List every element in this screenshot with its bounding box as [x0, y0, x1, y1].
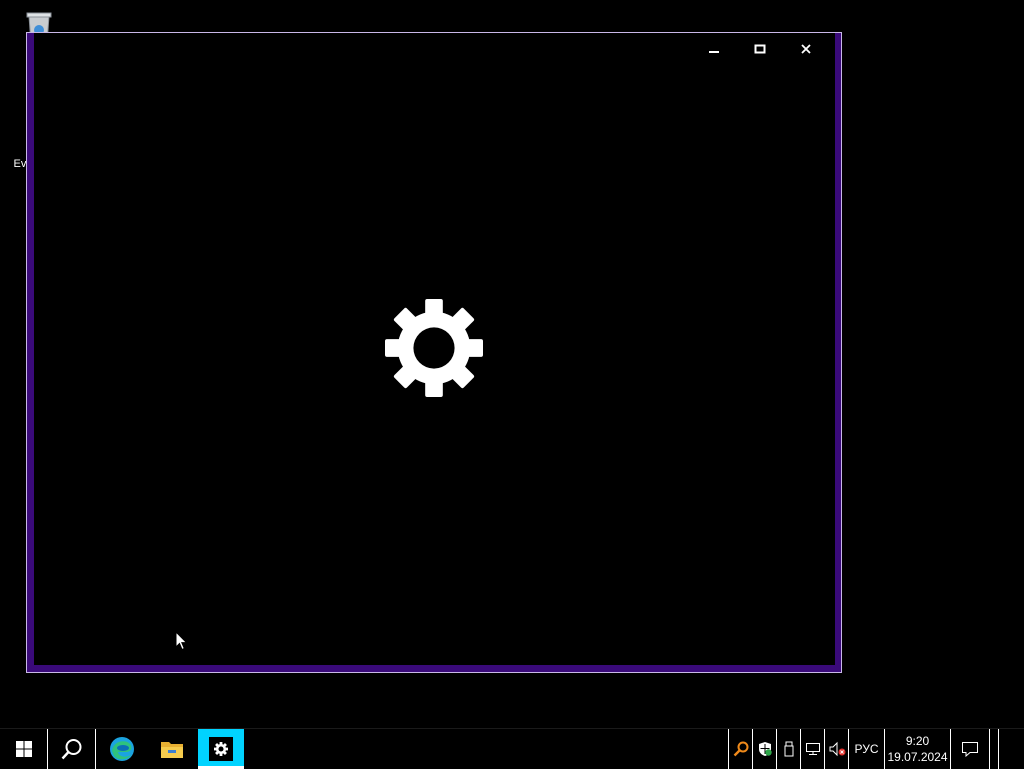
- minimize-icon: [709, 51, 719, 53]
- tray-network[interactable]: [800, 729, 824, 769]
- close-icon: [801, 44, 811, 54]
- tray-defender[interactable]: [752, 729, 776, 769]
- windows-logo-icon: [16, 741, 32, 757]
- language-label: РУС: [854, 742, 879, 756]
- taskbar-divider: [95, 729, 96, 769]
- taskbar-settings-button[interactable]: [198, 729, 244, 769]
- desktop: Ко Eve F G C: [0, 0, 1024, 728]
- search-icon: [61, 739, 82, 760]
- maximize-icon: [754, 44, 766, 54]
- settings-app-tile: [209, 737, 233, 761]
- action-center-icon: [962, 742, 978, 757]
- taskbar-file-explorer-button[interactable]: [148, 729, 196, 769]
- tray-volume[interactable]: [824, 729, 848, 769]
- tray-usb-device[interactable]: [776, 729, 800, 769]
- edge-icon: [110, 737, 134, 761]
- gear-icon: [214, 742, 228, 756]
- search-tool-icon: [733, 741, 748, 757]
- usb-device-icon: [784, 741, 793, 757]
- taskbar: РУС 9:20 19.07.2024: [0, 728, 1024, 769]
- start-button[interactable]: [0, 729, 48, 769]
- gear-icon: [385, 299, 483, 397]
- taskbar-edge-button[interactable]: [98, 729, 146, 769]
- folder-icon: [161, 742, 183, 758]
- maximize-button[interactable]: [737, 33, 783, 65]
- network-icon: [805, 743, 820, 755]
- clock-time: 9:20: [905, 734, 930, 748]
- caption-buttons: [691, 33, 829, 65]
- volume-muted-icon: [829, 741, 845, 757]
- minimize-button[interactable]: [691, 33, 737, 65]
- mouse-cursor-icon: [175, 630, 189, 651]
- clock-date: 19.07.2024: [887, 750, 948, 764]
- close-button[interactable]: [783, 33, 829, 65]
- search-button[interactable]: [48, 729, 96, 769]
- action-center-button[interactable]: [950, 729, 990, 769]
- clock[interactable]: 9:20 19.07.2024: [884, 729, 950, 769]
- language-indicator[interactable]: РУС: [848, 729, 884, 769]
- tray-search-tool[interactable]: [728, 729, 752, 769]
- show-desktop-button[interactable]: [998, 729, 1024, 769]
- defender-shield-icon: [758, 742, 772, 756]
